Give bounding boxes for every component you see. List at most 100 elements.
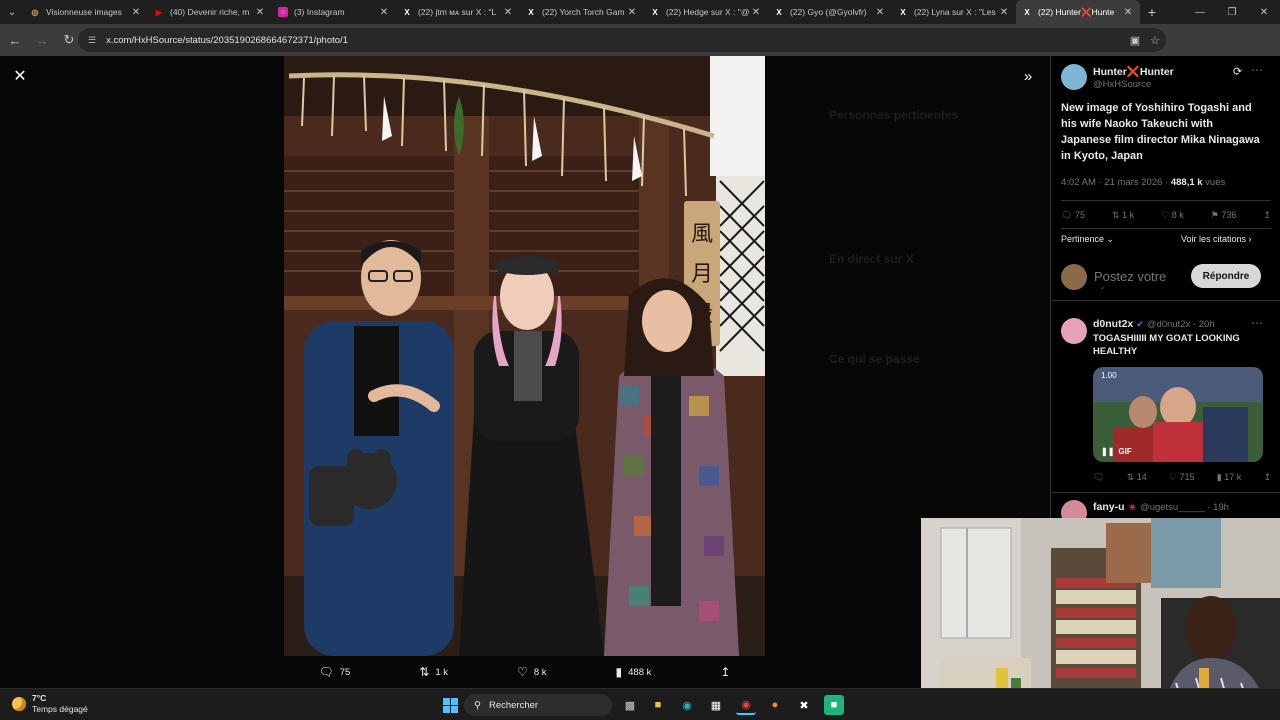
more-options-icon[interactable]: ⋯	[1251, 63, 1263, 77]
repost-icon: ⇅	[1126, 472, 1135, 482]
share-icon[interactable]: ↥	[1263, 210, 1271, 221]
back-icon[interactable]: ←	[3, 28, 27, 52]
ghost-happening-title: Ce qui se passe	[829, 352, 920, 366]
photo-like-button[interactable]: ♡ 8 k	[517, 665, 546, 679]
start-button[interactable]	[440, 695, 460, 715]
repost-stat[interactable]: ⇅ 1 k	[1112, 210, 1134, 221]
repost-icon: ⇅	[419, 665, 430, 679]
store-icon[interactable]: ▦	[706, 695, 726, 715]
tab-close-icon[interactable]: ✕	[626, 7, 638, 18]
grok-icon[interactable]: ⟳	[1233, 65, 1242, 78]
minimize-icon[interactable]: —	[1184, 0, 1216, 24]
install-app-icon[interactable]: ▣	[1130, 34, 1140, 47]
x-logo-icon: X	[652, 7, 658, 17]
reply-author-handle[interactable]: @d0nut2x · 20h	[1147, 319, 1215, 330]
maximize-icon[interactable]: ❐	[1216, 0, 1248, 24]
sort-label: Pertinence	[1061, 234, 1105, 244]
my-avatar[interactable]	[1061, 264, 1087, 290]
x-logo-icon: X	[1024, 7, 1030, 17]
file-explorer-icon[interactable]: ■	[648, 695, 668, 715]
tab-close-icon[interactable]: ✕	[1122, 7, 1134, 18]
reply-author-name[interactable]: d0nut2x	[1093, 318, 1133, 330]
bookmark-star-icon[interactable]: ☆	[1150, 34, 1160, 47]
reply-input[interactable]: Postez votre réponse	[1094, 269, 1194, 289]
collapse-panel-button[interactable]: »	[1018, 66, 1038, 86]
tab-close-icon[interactable]: ✕	[130, 7, 142, 18]
reply-avatar[interactable]	[1061, 318, 1087, 344]
tweet-photo[interactable]: 風 月 殿	[284, 56, 765, 656]
tab-search-icon[interactable]: ⌄	[0, 0, 24, 24]
reply-like-stat[interactable]: ♡ 715	[1169, 472, 1195, 483]
reply-gif[interactable]: 1.00 ❚❚ GIF	[1093, 367, 1263, 462]
reply-author-name[interactable]: fany-u	[1093, 501, 1125, 513]
heart-icon: ♡	[1168, 472, 1177, 482]
tab-close-icon[interactable]: ✕	[378, 7, 390, 18]
tweet-text-line: his wife Naoko Takeuchi with	[1061, 118, 1213, 130]
reply-header: fany-u ❀ @ugetsu_____ · 19h	[1093, 501, 1229, 513]
window-close-icon[interactable]: ✕	[1248, 0, 1280, 24]
reply-repost-stat[interactable]: ⇅ 14	[1127, 472, 1147, 483]
more-options-icon[interactable]: ⋯	[1251, 316, 1263, 330]
photo-share-button[interactable]: ↥	[720, 665, 730, 679]
reply-reply-stat[interactable]: 🗨	[1093, 472, 1104, 483]
tab-1[interactable]: ▶ (40) Devenir riche, m ✕	[148, 0, 272, 24]
tab-4[interactable]: X (22) Yorch Torch Gam ✕	[520, 0, 644, 24]
heart-icon: ♡	[1161, 210, 1170, 220]
author-name[interactable]: Hunter❌Hunter	[1093, 65, 1174, 78]
firefox-icon[interactable]: ●	[765, 695, 785, 715]
sort-dropdown[interactable]: Pertinence ⌄	[1061, 234, 1114, 245]
reply-views-stat[interactable]: ▮ 17 k	[1217, 472, 1241, 483]
weather-desc: Temps dégagé	[32, 704, 88, 714]
tab-2[interactable]: ○ (3) Instagram ✕	[272, 0, 396, 24]
tab-0[interactable]: ◎ Visionneuse images ✕	[24, 0, 148, 24]
taskbar-search[interactable]: ⚲ Rechercher	[464, 694, 612, 716]
chevron-right-icon: ›	[1248, 234, 1252, 244]
divider	[1051, 300, 1280, 301]
new-tab-button[interactable]: +	[1140, 4, 1164, 20]
capcut-icon[interactable]: ✖	[794, 695, 814, 715]
tab-6[interactable]: X (22) Gyo (@Gyolvfr) ✕	[768, 0, 892, 24]
tab-close-icon[interactable]: ✕	[254, 7, 266, 18]
divider	[1061, 200, 1271, 201]
tab-strip: ⌄ ◎ Visionneuse images ✕ ▶ (40) Devenir ric…	[0, 0, 1280, 24]
photo-reply-button[interactable]: 🗨 75	[319, 665, 351, 679]
task-view-icon[interactable]: ▩	[620, 695, 640, 715]
tweet-text-line: in Kyoto, Japan	[1061, 150, 1143, 162]
view-quotes-label: Voir les citations	[1181, 234, 1247, 244]
youtube-icon: ▶	[155, 7, 163, 17]
photo-repost-button[interactable]: ⇅ 1 k	[419, 665, 448, 679]
bookmark-stat[interactable]: ⚑ 736	[1211, 210, 1237, 221]
forward-icon[interactable]: →	[30, 28, 54, 52]
tab-8-active[interactable]: X (22) Hunter❌Hunte ✕	[1016, 0, 1140, 24]
app-icon[interactable]: ■	[824, 695, 844, 715]
reply-stat[interactable]: 🗨 75	[1061, 210, 1085, 221]
tweet-time[interactable]: 4:02 AM · 21 mars 2026 ·	[1061, 177, 1171, 188]
reply-button[interactable]: Répondre	[1191, 264, 1261, 288]
ghost-live-title: En direct sur X	[829, 252, 914, 266]
tab-close-icon[interactable]: ✕	[874, 7, 886, 18]
edge-browser-icon[interactable]: ◉	[677, 695, 697, 715]
author-handle[interactable]: @HxHSource	[1093, 79, 1151, 90]
tab-5[interactable]: X (22) Hedge sur X : "@ ✕	[644, 0, 768, 24]
share-icon[interactable]: ↥	[1263, 472, 1271, 483]
tweet-stats-bar: 🗨 75 ⇅ 1 k ♡ 8 k ⚑ 736 ↥	[1061, 210, 1271, 221]
site-info-icon[interactable]: ☰	[88, 35, 96, 46]
weather-widget[interactable]: 7°C Temps dégagé	[12, 693, 88, 715]
photo-action-bar: 🗨 75 ⇅ 1 k ♡ 8 k ▮ 488 k ↥	[284, 660, 765, 684]
close-photo-button[interactable]: ✕	[10, 66, 30, 86]
tab-7[interactable]: X (22) Lyna sur X : "Les ✕	[892, 0, 1016, 24]
photo-views-button[interactable]: ▮ 488 k	[616, 665, 652, 679]
chrome-icon[interactable]: ◉	[736, 695, 756, 715]
pause-icon[interactable]: ❚❚	[1101, 447, 1114, 456]
reply-author-handle[interactable]: @ugetsu_____ · 19h	[1140, 502, 1229, 513]
address-bar[interactable]: ☰ x.com/HxHSource/status/203519026866467…	[78, 28, 1166, 52]
view-quotes-link[interactable]: Voir les citations ›	[1181, 234, 1252, 244]
tab-close-icon[interactable]: ✕	[502, 7, 514, 18]
reply-text-line: HEALTHY	[1093, 346, 1138, 357]
tab-close-icon[interactable]: ✕	[998, 7, 1010, 18]
tab-3[interactable]: X (22) jtm ᴍᴀ sur X : "L ✕	[396, 0, 520, 24]
tab-close-icon[interactable]: ✕	[750, 7, 762, 18]
rose-emoji-icon: ❀	[1128, 501, 1137, 512]
author-avatar[interactable]	[1061, 64, 1087, 90]
like-stat[interactable]: ♡ 8 k	[1161, 210, 1184, 221]
